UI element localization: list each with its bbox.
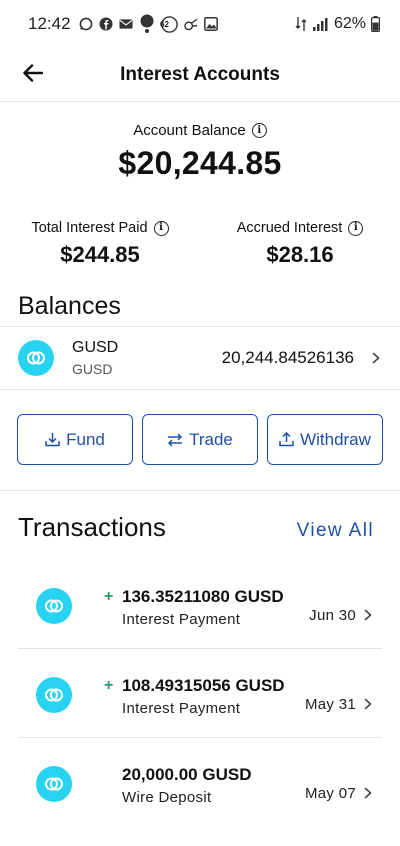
mail-icon bbox=[119, 17, 133, 31]
page-title: Interest Accounts bbox=[120, 63, 280, 85]
data-icon bbox=[294, 17, 308, 31]
withdraw-button[interactable]: Withdraw bbox=[267, 414, 383, 465]
transaction-description: Interest Payment bbox=[122, 611, 241, 628]
accrued-interest: Accrued Interest i $28.16 bbox=[200, 220, 400, 268]
swap-icon bbox=[167, 432, 183, 447]
transaction-row[interactable]: 20,000.00 GUSD Wire Deposit May 07 bbox=[18, 738, 382, 827]
gemini-dollar-icon bbox=[18, 340, 54, 376]
transaction-description: Interest Payment bbox=[122, 700, 241, 717]
gemini-dollar-icon bbox=[36, 588, 72, 624]
total-interest-paid: Total Interest Paid i $244.85 bbox=[0, 220, 200, 268]
view-all-link[interactable]: View All bbox=[297, 520, 374, 542]
transactions-list: + 136.35211080 GUSD Interest Payment Jun… bbox=[18, 560, 382, 827]
info-icon[interactable]: i bbox=[251, 123, 267, 138]
chevron-right-icon bbox=[362, 787, 374, 799]
balance-symbol: GUSD bbox=[72, 339, 119, 356]
arrow-left-icon bbox=[23, 63, 44, 87]
notification-badge-count: 62 bbox=[160, 19, 169, 29]
fund-label: Fund bbox=[66, 429, 105, 449]
transaction-amount: 136.35211080 GUSD bbox=[122, 587, 284, 606]
status-time: 12:42 bbox=[28, 14, 71, 33]
chevron-right-icon bbox=[362, 698, 374, 710]
transaction-date: May 07 bbox=[305, 785, 356, 802]
app-header: Interest Accounts bbox=[0, 48, 400, 102]
transaction-description: Wire Deposit bbox=[122, 789, 212, 806]
balance-name: GUSD bbox=[72, 361, 113, 377]
balance-amount: 20,244.84526136 bbox=[221, 348, 354, 367]
chevron-right-icon bbox=[370, 352, 382, 364]
transactions-heading: Transactions bbox=[18, 512, 166, 542]
total-interest-label: Total Interest Paid bbox=[31, 220, 148, 236]
total-interest-value: $244.85 bbox=[60, 242, 140, 267]
accrued-interest-label: Accrued Interest bbox=[236, 220, 343, 236]
download-icon bbox=[45, 432, 60, 447]
gemini-dollar-icon bbox=[36, 677, 72, 713]
account-balance-section: Account Balance i $20,244.85 bbox=[0, 122, 400, 182]
transaction-date: May 31 bbox=[305, 696, 356, 713]
accrued-interest-label-row: Accrued Interest i bbox=[200, 220, 400, 236]
balances-heading: Balances bbox=[18, 292, 121, 320]
transaction-sign: + bbox=[104, 588, 114, 605]
transaction-sign: + bbox=[104, 677, 114, 694]
status-bar: 12:42 62 62% bbox=[0, 0, 400, 48]
dot-icon bbox=[139, 14, 155, 34]
total-interest-label-row: Total Interest Paid i bbox=[0, 220, 200, 236]
image-icon bbox=[203, 17, 218, 31]
transaction-row[interactable]: + 108.49315056 GUSD Interest Payment May… bbox=[18, 649, 382, 738]
action-buttons: Fund Trade Withdraw bbox=[17, 414, 383, 465]
fund-button[interactable]: Fund bbox=[17, 414, 133, 465]
battery-icon bbox=[371, 16, 380, 32]
app-icon bbox=[183, 17, 198, 31]
transaction-amount: 108.49315056 GUSD bbox=[122, 676, 285, 695]
transaction-date: Jun 30 bbox=[309, 607, 356, 624]
transaction-row[interactable]: + 136.35211080 GUSD Interest Payment Jun… bbox=[18, 560, 382, 649]
withdraw-label: Withdraw bbox=[300, 429, 371, 449]
upload-icon bbox=[279, 432, 294, 447]
balance-coin: GUSD GUSD bbox=[72, 339, 118, 377]
account-balance-value: $20,244.85 bbox=[118, 145, 282, 181]
section-divider bbox=[0, 490, 400, 491]
whatsapp-icon bbox=[79, 17, 93, 31]
status-left: 12:42 62 bbox=[28, 14, 218, 34]
gemini-dollar-icon bbox=[36, 766, 72, 802]
info-icon[interactable]: i bbox=[348, 220, 364, 236]
trade-label: Trade bbox=[189, 429, 233, 449]
interest-stats: Total Interest Paid i $244.85 Accrued In… bbox=[0, 220, 400, 268]
account-balance-label: Account Balance bbox=[133, 122, 246, 139]
status-right: 62% bbox=[294, 15, 380, 33]
accrued-interest-value: $28.16 bbox=[266, 242, 334, 267]
transaction-amount: 20,000.00 GUSD bbox=[122, 765, 252, 784]
chevron-right-icon bbox=[362, 609, 374, 621]
balance-row-gusd[interactable]: GUSD GUSD 20,244.84526136 bbox=[0, 326, 400, 390]
trade-button[interactable]: Trade bbox=[142, 414, 258, 465]
facebook-icon bbox=[99, 17, 113, 31]
account-balance-label-row: Account Balance i bbox=[0, 122, 400, 139]
signal-icon bbox=[312, 17, 329, 31]
info-icon[interactable]: i bbox=[153, 220, 169, 236]
battery-percent: 62% bbox=[333, 15, 366, 32]
back-button[interactable] bbox=[18, 60, 48, 90]
